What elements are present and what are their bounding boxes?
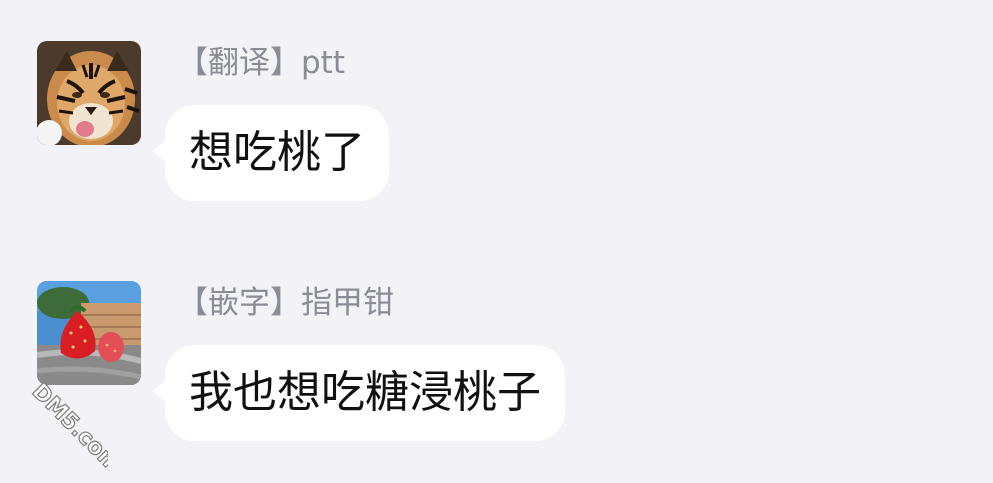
watermark-text: DM5.com: [27, 379, 108, 478]
sender-name: 【翻译】ptt: [177, 45, 345, 81]
message-text: 我也想吃糖浸桃子: [189, 367, 541, 418]
sender-name: 【嵌字】指甲钳: [177, 285, 394, 321]
message-text: 想吃桃了: [189, 127, 365, 178]
bubble-tail: [153, 379, 167, 403]
watermark-logo: DM5.com: [26, 379, 126, 479]
dm5-watermark: DM5.com: [8, 378, 126, 479]
strawberry-avatar[interactable]: [37, 281, 141, 385]
message-bubble[interactable]: 想吃桃了: [153, 105, 389, 201]
message-bubble[interactable]: 我也想吃糖浸桃子: [153, 345, 565, 441]
bubble-tail: [153, 139, 167, 163]
tiger-avatar[interactable]: [37, 41, 141, 145]
